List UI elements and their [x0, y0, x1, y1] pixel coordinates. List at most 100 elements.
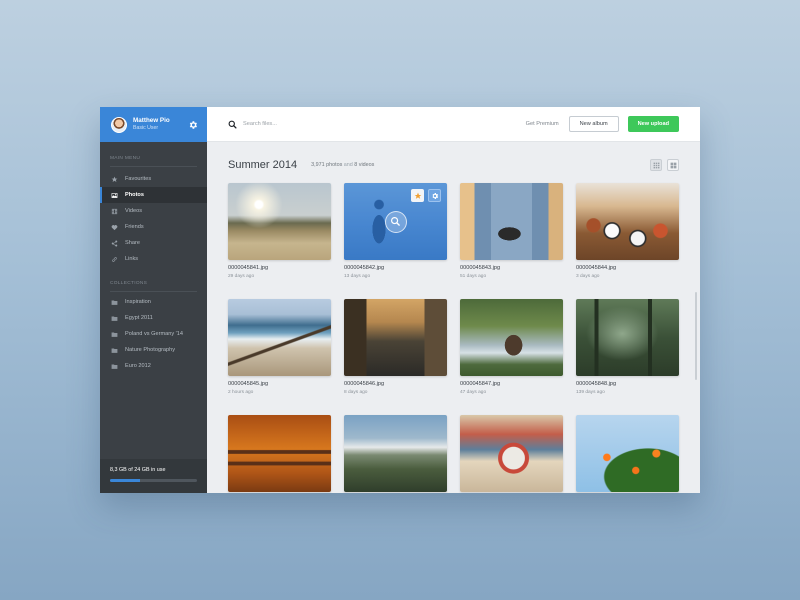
- sidebar: Matthew Pio Basic User MAIN MENU Favouri…: [100, 107, 207, 493]
- main-menu: Favourites Photos Videos Friends Share L…: [100, 171, 207, 267]
- photo-thumbnail[interactable]: [460, 299, 563, 376]
- star-icon: [110, 175, 118, 183]
- photo-card[interactable]: 0000045847.jpg 47 days ago: [460, 299, 563, 415]
- collection-item[interactable]: Nature Photography: [100, 342, 207, 358]
- photo-settings-button[interactable]: [428, 189, 441, 202]
- file-date: 139 days ago: [576, 390, 605, 395]
- collection-item[interactable]: Egypt 2011: [100, 310, 207, 326]
- user-panel[interactable]: Matthew Pio Basic User: [100, 107, 207, 142]
- videos-count: 8 videos: [354, 162, 375, 168]
- file-date: 51 days ago: [460, 274, 487, 279]
- photo-thumbnail[interactable]: [228, 415, 331, 492]
- folder-icon: [110, 362, 118, 370]
- large-grid-view-button[interactable]: [667, 159, 679, 171]
- photo-card[interactable]: 0000045848.jpg 139 days ago: [576, 299, 679, 415]
- collection-label: Inspiration: [125, 299, 151, 305]
- photo-card[interactable]: 0000045842.jpg 13 days ago: [344, 183, 447, 299]
- file-date: 13 days ago: [344, 274, 371, 279]
- storage-text: 8,3 GB of 24 GB in use: [110, 467, 166, 473]
- collection-item[interactable]: Euro 2012: [100, 358, 207, 374]
- folder-icon: [110, 330, 118, 338]
- file-name: 0000045848.jpg: [576, 381, 617, 387]
- photo-thumbnail[interactable]: [228, 299, 331, 376]
- file-name: 0000045843.jpg: [460, 265, 501, 271]
- grid-view-button[interactable]: [650, 159, 662, 171]
- album-heading: Summer 2014 3,971 photos and 8 videos: [228, 159, 679, 171]
- user-info: Matthew Pio Basic User: [133, 116, 188, 132]
- get-premium-link[interactable]: Get Premium: [526, 121, 559, 127]
- folder-icon: [110, 314, 118, 322]
- album-title: Summer 2014: [228, 159, 298, 171]
- sidebar-item-share[interactable]: Share: [100, 235, 207, 251]
- photo-card[interactable]: 0000045845.jpg 2 hours ago: [228, 299, 331, 415]
- photo-card[interactable]: [576, 415, 679, 493]
- search-input[interactable]: [243, 121, 363, 127]
- photo-thumbnail[interactable]: [460, 183, 563, 260]
- user-role: Basic User: [133, 125, 159, 132]
- photo-card[interactable]: [228, 415, 331, 493]
- photo-thumbnail[interactable]: [460, 415, 563, 492]
- photo-card[interactable]: 0000045846.jpg 8 days ago: [344, 299, 447, 415]
- photo-thumbnail[interactable]: [576, 299, 679, 376]
- file-date: 29 days ago: [228, 274, 255, 279]
- sidebar-item-photos[interactable]: Photos: [100, 187, 207, 203]
- star-icon: [414, 192, 421, 199]
- photo-thumbnail[interactable]: [228, 183, 331, 260]
- image-icon: [110, 191, 118, 199]
- collection-label: Euro 2012: [125, 363, 151, 369]
- sidebar-item-links[interactable]: Links: [100, 251, 207, 267]
- file-name: 0000045842.jpg: [344, 265, 385, 271]
- file-name: 0000045846.jpg: [344, 381, 385, 387]
- film-icon: [110, 207, 118, 215]
- search-icon[interactable]: [228, 119, 238, 129]
- file-date: 2 hours ago: [228, 390, 254, 395]
- photo-thumbnail[interactable]: [576, 415, 679, 492]
- photos-count: 3,971 photos: [311, 162, 343, 168]
- thumbnail-actions: [411, 189, 441, 202]
- zoom-button[interactable]: [384, 210, 407, 233]
- heart-icon: [110, 223, 118, 231]
- photo-thumbnail[interactable]: [344, 299, 447, 376]
- sidebar-item-label: Photos: [125, 192, 144, 198]
- collections-menu: Inspiration Egypt 2011 Poland vs Germany…: [100, 294, 207, 374]
- avatar[interactable]: [111, 116, 127, 133]
- photo-card[interactable]: 0000045843.jpg 51 days ago: [460, 183, 563, 299]
- storage-progress-bar: [110, 479, 197, 482]
- file-date: 47 days ago: [460, 390, 487, 395]
- album-meta: 3,971 photos and 8 videos: [311, 162, 374, 168]
- photo-thumbnail[interactable]: [344, 415, 447, 492]
- collection-item[interactable]: Inspiration: [100, 294, 207, 310]
- sidebar-item-friends[interactable]: Friends: [100, 219, 207, 235]
- file-name: 0000045841.jpg: [228, 265, 269, 271]
- app-window: Matthew Pio Basic User MAIN MENU Favouri…: [100, 107, 700, 493]
- sidebar-item-label: Favourites: [125, 176, 152, 182]
- share-icon: [110, 239, 118, 247]
- gear-icon[interactable]: [188, 120, 198, 130]
- photo-card[interactable]: 0000045844.jpg 3 days ago: [576, 183, 679, 299]
- user-name: Matthew Pio: [133, 116, 170, 124]
- sidebar-item-favourites[interactable]: Favourites: [100, 171, 207, 187]
- grid-large-icon: [670, 162, 676, 168]
- collection-label: Poland vs Germany '14: [125, 331, 183, 337]
- photo-card[interactable]: 0000045841.jpg 29 days ago: [228, 183, 331, 299]
- new-upload-button[interactable]: New upload: [627, 116, 679, 132]
- sidebar-item-videos[interactable]: Videos: [100, 203, 207, 219]
- scrollbar[interactable]: [695, 292, 697, 380]
- photo-thumbnail[interactable]: [576, 183, 679, 260]
- link-icon: [110, 255, 118, 263]
- folder-icon: [110, 298, 118, 306]
- collection-label: Egypt 2011: [125, 315, 153, 321]
- collection-item[interactable]: Poland vs Germany '14: [100, 326, 207, 342]
- main-area: Get Premium New album New upload Summer …: [207, 107, 700, 493]
- file-name: 0000045847.jpg: [460, 381, 501, 387]
- sidebar-item-label: Links: [125, 256, 139, 262]
- file-name: 0000045844.jpg: [576, 265, 617, 271]
- main-menu-title: MAIN MENU: [110, 156, 197, 167]
- photo-card[interactable]: [460, 415, 563, 493]
- collections-title: COLLECTIONS: [110, 281, 197, 292]
- favourite-button[interactable]: [411, 189, 424, 202]
- new-album-button[interactable]: New album: [568, 116, 619, 132]
- photo-thumbnail-hover[interactable]: [344, 183, 447, 260]
- photo-card[interactable]: [344, 415, 447, 493]
- file-name: 0000045845.jpg: [228, 381, 269, 387]
